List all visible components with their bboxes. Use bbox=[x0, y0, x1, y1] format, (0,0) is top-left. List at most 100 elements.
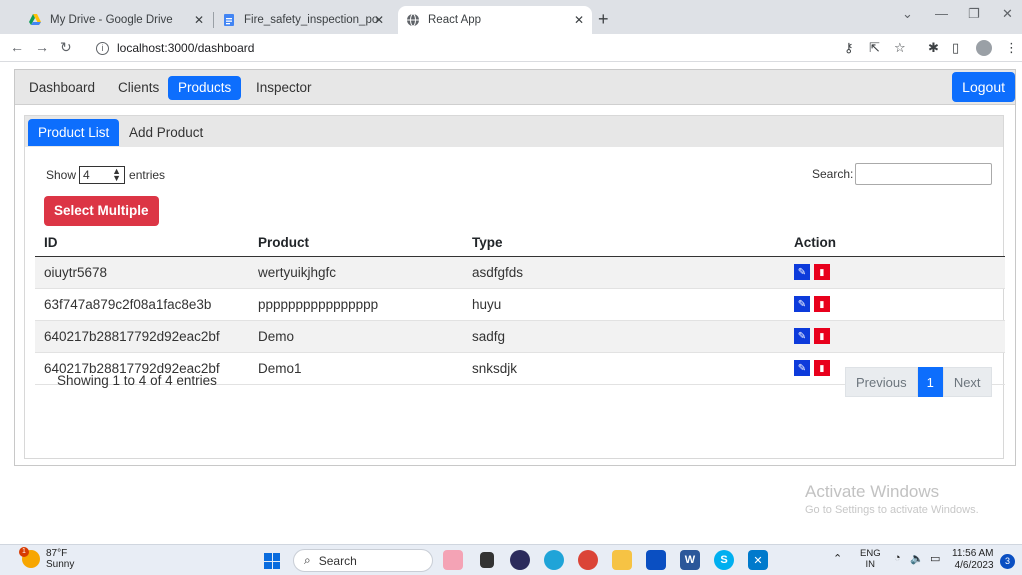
column-header-product[interactable]: Product bbox=[249, 230, 463, 257]
cell-product: Demo bbox=[249, 320, 463, 353]
column-header-action[interactable]: Action bbox=[785, 230, 1005, 257]
page-button-1[interactable]: 1 bbox=[917, 367, 943, 397]
info-icon[interactable]: i bbox=[96, 41, 109, 55]
nav-products[interactable]: Products bbox=[168, 76, 242, 100]
chat-icon[interactable] bbox=[510, 550, 530, 570]
tab-add-product[interactable]: Add Product bbox=[119, 119, 213, 146]
cell-product: Demo1 bbox=[249, 352, 463, 385]
extensions-icon[interactable]: ✱ bbox=[928, 40, 939, 56]
logout-button[interactable]: Logout bbox=[952, 72, 1015, 102]
word-icon[interactable]: W bbox=[680, 550, 700, 570]
chevron-down-icon[interactable]: ⌄ bbox=[902, 6, 913, 22]
app-container: Dashboard Clients Products Inspector Log… bbox=[14, 69, 1016, 466]
trash-icon[interactable]: ▮ bbox=[814, 296, 830, 313]
edit-icon[interactable]: ✎ bbox=[794, 328, 810, 345]
tab-react-app[interactable]: React App ✕ bbox=[398, 6, 592, 34]
tab-google-drive[interactable]: My Drive - Google Drive ✕ bbox=[20, 6, 212, 34]
product-subnav: Product List Add Product bbox=[25, 116, 1003, 147]
skype-icon[interactable]: S bbox=[714, 550, 734, 570]
back-icon[interactable]: ← bbox=[10, 39, 24, 55]
avatar[interactable] bbox=[976, 40, 992, 56]
edit-icon[interactable]: ✎ bbox=[794, 360, 810, 377]
table-row: 63f747a879c2f08a1fac8e3b ppppppppppppppp… bbox=[35, 288, 1005, 321]
copilot-icon[interactable] bbox=[443, 550, 463, 570]
close-icon[interactable]: ✕ bbox=[374, 13, 384, 27]
cell-action: ✎ ▮ bbox=[785, 320, 1005, 353]
notification-badge[interactable]: 3 bbox=[1000, 554, 1015, 569]
cell-type: huyu bbox=[463, 288, 785, 321]
column-header-type[interactable]: Type bbox=[463, 230, 785, 257]
window-close-icon[interactable]: ✕ bbox=[1002, 6, 1013, 22]
minimize-icon[interactable]: — bbox=[935, 6, 948, 21]
weather-condition: Sunny bbox=[46, 559, 75, 570]
browser-toolbar: ← → ↻ i localhost:3000/dashboard ⚷ ⇱ ☆ ✱… bbox=[0, 34, 1022, 62]
search-label: Search: bbox=[812, 167, 854, 181]
search-input[interactable] bbox=[855, 163, 993, 185]
sidebar-icon[interactable]: ▯ bbox=[952, 40, 959, 56]
edit-icon[interactable]: ✎ bbox=[794, 296, 810, 313]
clock-time: 11:56 AM bbox=[952, 548, 994, 559]
cell-type: asdfgfds bbox=[463, 256, 785, 289]
forward-icon[interactable]: → bbox=[35, 39, 49, 55]
chevron-up-icon[interactable]: ⌃ bbox=[833, 552, 842, 565]
restore-icon[interactable]: ❐ bbox=[968, 6, 980, 22]
tab-title: React App bbox=[428, 14, 482, 26]
nav-clients[interactable]: Clients bbox=[108, 76, 169, 100]
select-multiple-button[interactable]: Select Multiple bbox=[44, 196, 159, 226]
reload-icon[interactable]: ↻ bbox=[60, 39, 72, 56]
tab-title: Fire_safety_inspection_portal - Go bbox=[244, 14, 379, 26]
top-navbar: Dashboard Clients Products Inspector Log… bbox=[15, 70, 1015, 105]
taskbar-search-label: Search bbox=[318, 553, 357, 568]
cell-product: pppppppppppppppp bbox=[249, 288, 463, 321]
column-header-id[interactable]: ID bbox=[35, 230, 249, 257]
share-icon[interactable]: ⇱ bbox=[869, 40, 880, 56]
wifi-icon[interactable]: ◔ bbox=[894, 552, 901, 564]
address-bar[interactable]: i localhost:3000/dashboard bbox=[96, 38, 796, 58]
chrome-icon[interactable] bbox=[578, 550, 598, 570]
star-icon[interactable]: ☆ bbox=[894, 40, 906, 56]
page-viewport: Dashboard Clients Products Inspector Log… bbox=[0, 62, 1022, 544]
file-explorer-icon[interactable] bbox=[612, 550, 632, 570]
taskbar-search[interactable]: ⌕ Search bbox=[293, 549, 433, 572]
volume-icon[interactable]: 🔈 bbox=[910, 552, 924, 565]
clock-date: 4/6/2023 bbox=[954, 560, 994, 571]
battery-icon[interactable]: ▭ bbox=[930, 552, 940, 565]
nav-dashboard[interactable]: Dashboard bbox=[19, 76, 105, 100]
next-button[interactable]: Next bbox=[942, 367, 992, 397]
previous-button[interactable]: Previous bbox=[845, 367, 918, 397]
search-icon: ⌕ bbox=[304, 553, 311, 567]
task-view-icon[interactable] bbox=[480, 552, 494, 568]
windows-start-icon[interactable] bbox=[264, 553, 280, 569]
language-indicator[interactable]: ENG IN bbox=[860, 548, 881, 570]
tab-google-docs[interactable]: Fire_safety_inspection_portal - Go ✕ bbox=[214, 6, 392, 34]
url-text: localhost:3000/dashboard bbox=[117, 41, 255, 55]
language-code: ENG bbox=[860, 548, 881, 559]
google-drive-icon bbox=[28, 13, 42, 27]
weather-widget[interactable]: 1 87°F Sunny bbox=[19, 547, 75, 570]
trash-icon[interactable]: ▮ bbox=[814, 328, 830, 345]
close-icon[interactable]: ✕ bbox=[574, 13, 584, 27]
edit-icon[interactable]: ✎ bbox=[794, 264, 810, 281]
trash-icon[interactable]: ▮ bbox=[814, 264, 830, 281]
menu-icon[interactable]: ⋮ bbox=[1005, 40, 1018, 56]
key-icon[interactable]: ⚷ bbox=[844, 40, 854, 56]
browser-tab-strip: My Drive - Google Drive ✕ Fire_safety_in… bbox=[0, 0, 1022, 34]
trash-icon[interactable]: ▮ bbox=[814, 360, 830, 377]
entries-stepper[interactable]: 4 ▲ ▼ bbox=[79, 166, 126, 184]
spinner-icon[interactable]: ▲ ▼ bbox=[112, 167, 121, 183]
new-tab-icon[interactable]: + bbox=[598, 9, 609, 30]
cell-type: snksdjk bbox=[463, 352, 785, 385]
edge-icon[interactable] bbox=[544, 550, 564, 570]
system-clock[interactable]: 11:56 AM 4/6/2023 bbox=[952, 548, 994, 572]
vscode-icon[interactable]: ✕ bbox=[748, 550, 768, 570]
globe-icon bbox=[406, 13, 420, 27]
store-icon[interactable] bbox=[646, 550, 666, 570]
close-icon[interactable]: ✕ bbox=[194, 13, 204, 27]
show-label: Show bbox=[46, 168, 77, 182]
cell-id: 63f747a879c2f08a1fac8e3b bbox=[35, 288, 249, 321]
tab-product-list[interactable]: Product List bbox=[28, 119, 120, 146]
entries-value: 4 bbox=[83, 168, 90, 182]
nav-inspector[interactable]: Inspector bbox=[246, 76, 322, 100]
entries-label: entries bbox=[129, 168, 166, 182]
cell-product: wertyuikjhgfc bbox=[249, 256, 463, 289]
